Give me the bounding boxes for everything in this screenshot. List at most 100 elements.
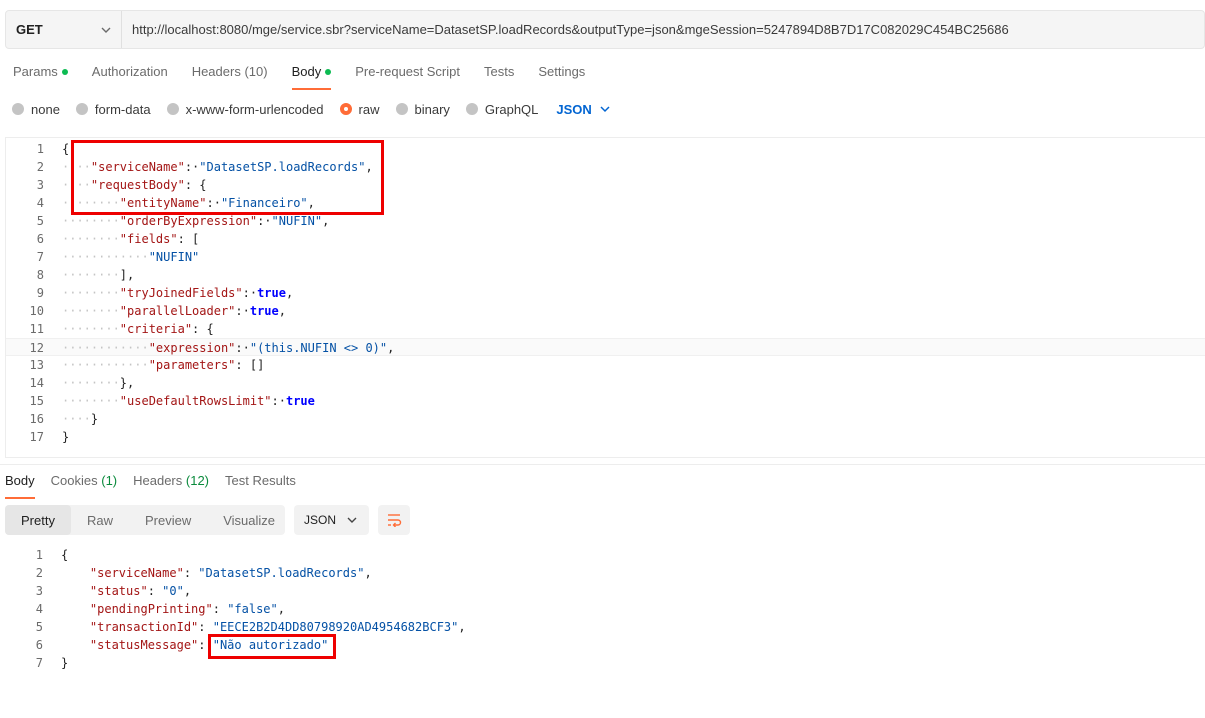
json-key: "status" [89, 584, 148, 598]
code-line: 16 ····} [6, 410, 1205, 428]
json-key: "pendingPrinting" [89, 602, 213, 616]
code-line: 2 "serviceName": "DatasetSP.loadRecords"… [5, 564, 1205, 582]
tab-body-label: Body [291, 64, 322, 79]
radio-raw-label: raw [358, 101, 380, 117]
body-type-selector: none form-data x-www-form-urlencoded raw… [12, 100, 610, 118]
highlight-box-request [71, 140, 384, 215]
radio-circle-icon [465, 103, 478, 115]
json-value: "DatasetSP.loadRecords" [198, 566, 365, 580]
json-key: "criteria" [119, 322, 193, 336]
radio-circle-icon [395, 103, 408, 115]
request-url-bar: GET http://localhost:8080/mge/service.sb… [5, 10, 1205, 49]
tab-params[interactable]: Params [13, 64, 68, 90]
json-key: "orderByExpression" [119, 214, 258, 228]
line-number: 14 [29, 376, 44, 390]
tab-pre-request-script[interactable]: Pre-request Script [355, 64, 460, 90]
code-text: "serviceName": "DatasetSP.loadRecords", [89, 566, 372, 580]
line-number: 6 [36, 232, 44, 246]
response-tab-body[interactable]: Body [5, 473, 35, 499]
code-text: ········"tryJoinedFields":·true, [62, 286, 294, 300]
code-line: 6 "statusMessage": "Não autorizado" [5, 636, 1205, 654]
body-format-dropdown[interactable]: JSON [556, 102, 610, 117]
view-pretty-button[interactable]: Pretty [5, 505, 71, 535]
line-number: 4 [35, 602, 43, 616]
json-key: "parameters" [148, 358, 236, 372]
url-input[interactable]: http://localhost:8080/mge/service.sbr?se… [122, 11, 1204, 48]
radio-circle-icon [166, 103, 179, 115]
radio-selected-icon [339, 103, 352, 115]
tab-settings-label: Settings [538, 64, 586, 79]
tab-headers[interactable]: Headers (10) [192, 64, 268, 90]
request-tabs: Params Authorization Headers (10) Body P… [13, 64, 609, 90]
code-text: "status": "0", [89, 584, 192, 598]
response-tab-headers-count: (12) [185, 473, 210, 488]
code-line: 7} [5, 654, 1205, 672]
response-tab-test-results[interactable]: Test Results [225, 473, 296, 499]
code-line: 9 ········"tryJoinedFields":·true, [6, 284, 1205, 302]
radio-form-data[interactable]: form-data [75, 101, 151, 117]
radio-none-label: none [31, 101, 60, 117]
json-key: "useDefaultRowsLimit" [119, 394, 272, 408]
method-selector[interactable]: GET [6, 11, 122, 48]
line-number: 11 [29, 322, 44, 336]
code-line: 14 ········}, [6, 374, 1205, 392]
section-divider [0, 464, 1205, 465]
code-text: ········], [62, 268, 135, 282]
radio-form-data-label: form-data [94, 101, 151, 117]
json-value: "NUFIN" [148, 250, 200, 264]
view-preview-button[interactable]: Preview [129, 505, 207, 535]
line-number: 8 [36, 268, 44, 282]
json-punct: : [ [177, 232, 200, 246]
response-tab-cookies[interactable]: Cookies (1) [51, 473, 117, 499]
response-tab-cookies-label: Cookies [50, 473, 98, 488]
line-number: 4 [36, 196, 44, 210]
code-line: 13 ············"parameters": [] [6, 356, 1205, 374]
line-number: 5 [35, 620, 43, 634]
response-tab-test-results-label: Test Results [225, 473, 296, 488]
wrap-lines-button[interactable] [378, 505, 410, 535]
code-line: 3 "status": "0", [5, 582, 1205, 600]
json-value: "EECE2B2D4DD80798920AD4954682BCF3" [212, 620, 459, 634]
tab-tests-label: Tests [483, 64, 515, 79]
tab-tests[interactable]: Tests [484, 64, 514, 90]
line-number: 12 [29, 341, 44, 355]
json-key: "parallelLoader" [119, 304, 236, 318]
response-tab-headers[interactable]: Headers (12) [133, 473, 209, 499]
view-raw-button[interactable]: Raw [71, 505, 129, 535]
body-indicator-dot [325, 68, 332, 75]
code-line: 7 ············"NUFIN" [6, 248, 1205, 266]
tab-body[interactable]: Body [291, 64, 332, 90]
json-punct: }, [119, 376, 135, 390]
view-visualize-button[interactable]: Visualize [207, 505, 291, 535]
line-number: 17 [29, 430, 44, 444]
json-punct: : [] [235, 358, 265, 372]
line-number: 3 [36, 178, 44, 192]
code-text: { [62, 142, 70, 156]
code-text: { [61, 548, 69, 562]
params-indicator-dot [61, 68, 68, 75]
method-label: GET [16, 22, 43, 37]
json-punct: ], [119, 268, 135, 282]
radio-x-www-form-urlencoded[interactable]: x-www-form-urlencoded [166, 102, 324, 117]
code-line: 17} [6, 428, 1205, 446]
response-body-viewer[interactable]: 1{ 2 "serviceName": "DatasetSP.loadRecor… [5, 546, 1205, 676]
response-tab-headers-label: Headers [133, 473, 183, 488]
json-value: true [257, 286, 286, 300]
radio-binary[interactable]: binary [395, 102, 450, 117]
radio-none[interactable]: none [12, 102, 60, 117]
response-tabs: Body Cookies (1) Headers (12) Test Resul… [5, 473, 312, 499]
radio-graphql[interactable]: GraphQL [465, 102, 538, 117]
response-format-dropdown[interactable]: JSON [294, 505, 369, 535]
code-text: ············"NUFIN" [62, 250, 200, 264]
code-line-active: 12 ············"expression":·"(this.NUFIN… [6, 338, 1205, 356]
radio-raw[interactable]: raw [339, 101, 380, 117]
tab-authorization-label: Authorization [91, 64, 168, 79]
tab-authorization[interactable]: Authorization [92, 64, 168, 90]
code-line: 10 ········"parallelLoader":·true, [6, 302, 1205, 320]
code-text: } [61, 656, 69, 670]
tab-settings[interactable]: Settings [538, 64, 585, 90]
code-text: ············"expression":·"(this.NUFIN <… [62, 341, 395, 355]
json-value: "NUFIN" [271, 214, 323, 228]
response-view-toggle: Pretty Raw Preview Visualize [5, 505, 285, 535]
radio-circle-icon [75, 103, 88, 115]
